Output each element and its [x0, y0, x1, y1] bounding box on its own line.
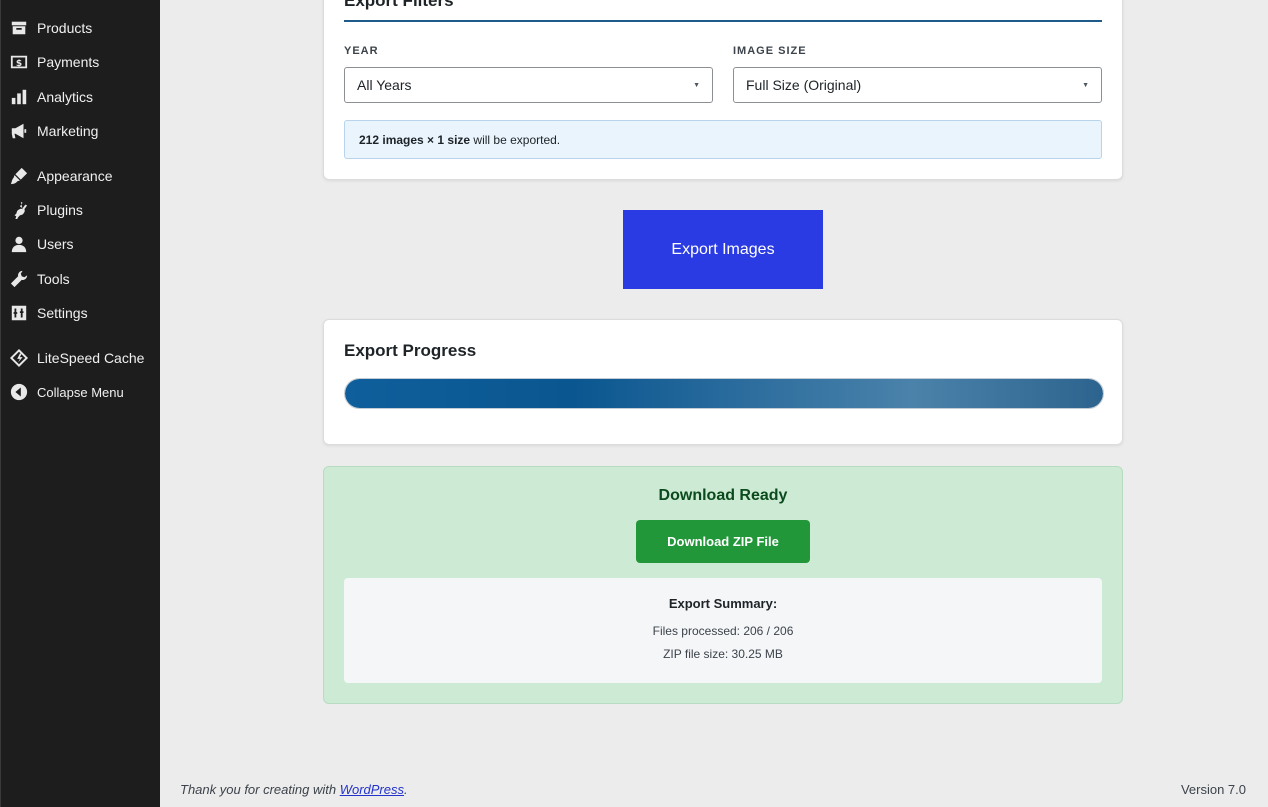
sidebar-item-products[interactable]: Products [1, 13, 161, 43]
sidebar-item-appearance[interactable]: Appearance [1, 161, 161, 191]
image-size-select-value: Full Size (Original) [746, 77, 862, 93]
wrench-icon [10, 270, 28, 288]
archive-icon [10, 19, 28, 37]
image-size-select[interactable]: Full Size (Original) ▼ [733, 67, 1102, 103]
collapse-arrow-icon [10, 383, 28, 401]
sidebar-item-label: Settings [37, 305, 88, 321]
sidebar-item-label: Appearance [37, 168, 113, 184]
sidebar-item-plugins[interactable]: Plugins [1, 195, 161, 225]
chevron-down-icon: ▼ [693, 82, 700, 89]
sidebar-item-label: Payments [37, 54, 100, 70]
paintbrush-icon [10, 167, 28, 185]
user-icon [10, 235, 28, 253]
sliders-icon [10, 304, 28, 322]
svg-text:$: $ [16, 59, 22, 69]
sidebar-item-label: Tools [37, 271, 70, 287]
download-ready-title: Download Ready [658, 487, 788, 504]
export-progress-title: Export Progress [344, 341, 477, 360]
export-count: 212 images × 1 size [359, 132, 471, 147]
admin-sidebar: Products $ Payments Analytics Marketing … [0, 0, 160, 807]
collapse-menu-button[interactable]: Collapse Menu [1, 377, 161, 407]
sidebar-item-label: LiteSpeed Cache [37, 350, 145, 366]
sidebar-item-label: Analytics [37, 89, 94, 105]
zip-file-size: ZIP file size: 30.25 MB [663, 647, 783, 661]
sidebar-item-analytics[interactable]: Analytics [1, 82, 161, 112]
export-summary: Export Summary: Files processed: 206 / 2… [344, 578, 1102, 683]
diamond-icon [10, 349, 28, 367]
sidebar-item-tools[interactable]: Tools [1, 264, 161, 294]
export-count-suffix: will be exported. [470, 132, 561, 147]
footer-thanks-suffix: . [404, 782, 408, 797]
year-select-value: All Years [357, 77, 412, 93]
sidebar-item-label: Users [37, 236, 74, 252]
footer-version: Version 7.0 [1180, 782, 1246, 797]
export-images-button[interactable]: Export Images [623, 210, 823, 289]
year-label: YEAR [344, 45, 379, 57]
sidebar-item-label: Marketing [37, 123, 99, 139]
sidebar-item-litespeed-cache[interactable]: LiteSpeed Cache [1, 343, 161, 373]
export-filters-card: Export Filters YEAR All Years ▼ IMAGE SI… [323, 0, 1123, 180]
plug-icon [10, 201, 28, 219]
sidebar-item-label: Plugins [37, 202, 83, 218]
bar-chart-icon [10, 88, 28, 106]
sidebar-item-settings[interactable]: Settings [1, 298, 161, 328]
dollar-icon: $ [10, 53, 28, 71]
progress-bar-fill [345, 379, 1103, 408]
sidebar-item-label: Products [37, 20, 93, 36]
year-select[interactable]: All Years ▼ [344, 67, 713, 103]
files-processed: Files processed: 206 / 206 [652, 624, 794, 638]
divider [344, 20, 1102, 22]
wordpress-link[interactable]: WordPress [340, 782, 404, 797]
export-filters-title: Export Filters [344, 0, 454, 10]
sidebar-item-marketing[interactable]: Marketing [1, 116, 161, 146]
download-ready-card: Download Ready Download ZIP File Export … [323, 466, 1123, 704]
megaphone-icon [10, 122, 28, 140]
chevron-down-icon: ▼ [1082, 82, 1089, 89]
download-zip-button[interactable]: Download ZIP File [636, 520, 810, 563]
export-summary-title: Export Summary: [668, 596, 778, 611]
export-progress-card: Export Progress [323, 319, 1123, 445]
image-size-label: IMAGE SIZE [733, 45, 807, 57]
sidebar-item-label: Collapse Menu [37, 384, 124, 400]
progress-bar [344, 378, 1104, 409]
export-count-notice: 212 images × 1 size will be exported. [344, 120, 1102, 159]
sidebar-item-users[interactable]: Users [1, 229, 161, 259]
footer-thanks: Thank you for creating with WordPress. [180, 782, 408, 797]
footer-thanks-text: Thank you for creating with [180, 782, 340, 797]
sidebar-item-payments[interactable]: $ Payments [1, 47, 161, 77]
